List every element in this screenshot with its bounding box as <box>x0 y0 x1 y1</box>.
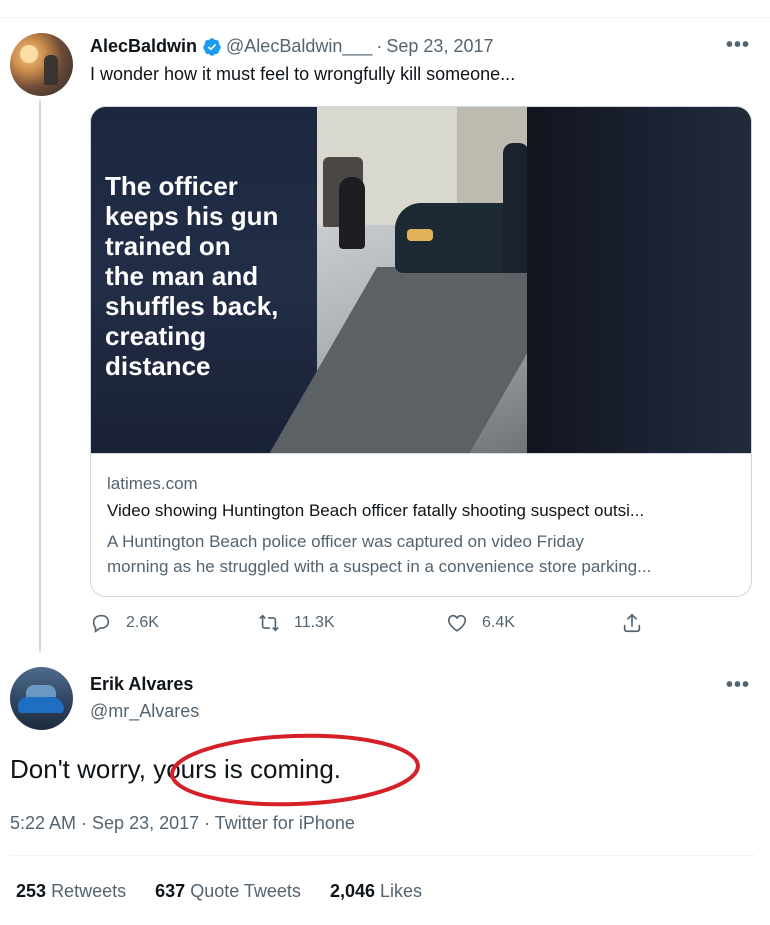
likes-label[interactable]: Likes <box>380 881 422 901</box>
reply-text-start: Don't worry, <box>10 754 154 784</box>
retweets-count[interactable]: 253 <box>16 881 46 901</box>
link-card[interactable]: The officer keeps his gun trained on the… <box>90 106 752 597</box>
retweet-icon <box>259 614 279 632</box>
retweet-button[interactable]: 11.3K <box>258 612 335 634</box>
handle[interactable]: @AlecBaldwin___ <box>226 36 372 57</box>
quote-tweets-count[interactable]: 637 <box>155 881 185 901</box>
tweet-timestamp[interactable]: 5:22 AM · Sep 23, 2017 · Twitter for iPh… <box>10 813 355 834</box>
card-title: Video showing Huntington Beach officer f… <box>107 501 645 520</box>
video-still-scene <box>238 107 577 453</box>
share-button[interactable] <box>621 612 657 634</box>
display-name[interactable]: AlecBaldwin <box>90 36 197 57</box>
card-image-caption: The officer keeps his gun trained on the… <box>105 171 279 381</box>
card-image-dark-panel <box>527 107 751 453</box>
like-count: 6.4K <box>482 614 515 631</box>
reply-count: 2.6K <box>126 614 159 631</box>
card-image[interactable]: The officer keeps his gun trained on the… <box>91 107 751 453</box>
retweets-label[interactable]: Retweets <box>51 881 126 901</box>
reply-button[interactable]: 2.6K <box>90 612 159 634</box>
avatar-erik-alvares[interactable] <box>10 667 73 730</box>
like-button[interactable]: 6.4K <box>446 612 515 634</box>
reply-icon <box>92 614 110 633</box>
more-icon[interactable]: ••• <box>726 34 750 57</box>
reply-text-highlighted: yours is coming. <box>153 754 342 784</box>
thread-connector-line <box>39 100 41 652</box>
card-domain: latimes.com <box>107 474 198 493</box>
more-icon[interactable]: ••• <box>726 674 750 697</box>
card-meta[interactable]: latimes.com Video showing Huntington Bea… <box>91 453 751 596</box>
card-description: A Huntington Beach police officer was ca… <box>107 529 737 579</box>
tweet-text: I wonder how it must feel to wrongfully … <box>90 64 516 84</box>
tweet-date[interactable]: Sep 23, 2017 <box>386 36 493 57</box>
tweet-actions: 2.6K 11.3K 6.4K <box>90 612 750 642</box>
display-name[interactable]: Erik Alvares <box>90 674 193 695</box>
handle[interactable]: @mr_Alvares <box>90 701 199 722</box>
tweet-stats: 253 Retweets 637 Quote Tweets 2,046 Like… <box>16 881 446 902</box>
separator-dot: · <box>376 36 383 56</box>
quote-tweets-label[interactable]: Quote Tweets <box>190 881 301 901</box>
share-icon <box>623 613 641 633</box>
top-divider <box>0 17 770 18</box>
reply-text: Don't worry, yours is coming. <box>10 754 341 785</box>
likes-count[interactable]: 2,046 <box>330 881 375 901</box>
divider <box>10 855 755 856</box>
avatar-alecbaldwin[interactable] <box>10 33 73 96</box>
retweet-count: 11.3K <box>294 614 335 631</box>
card-image-caption-panel: The officer keeps his gun trained on the… <box>91 107 317 453</box>
verified-badge-icon <box>203 37 221 56</box>
card-description-line: morning as he struggled with a suspect i… <box>107 557 652 576</box>
like-icon <box>447 614 467 632</box>
card-description-line: A Huntington Beach police officer was ca… <box>107 532 584 551</box>
tweet-header: AlecBaldwin @AlecBaldwin___ · Sep 23, 20… <box>90 36 494 57</box>
